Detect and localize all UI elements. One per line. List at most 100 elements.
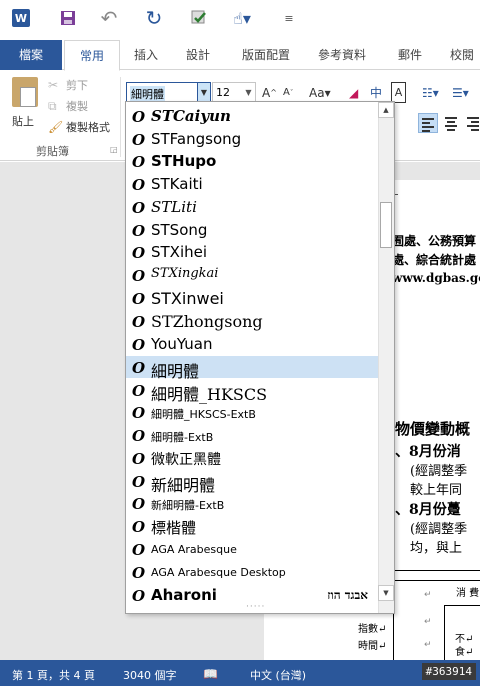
font-name-value[interactable]: 細明體 <box>130 86 165 102</box>
character-border-button[interactable]: A <box>391 82 406 103</box>
font-option[interactable]: O STHupo <box>126 150 378 172</box>
word-count[interactable]: 3040 個字 <box>123 667 177 683</box>
paragraph-mark-icon: ↵ <box>424 590 432 600</box>
redo-icon[interactable]: ↻ <box>143 6 165 30</box>
chevron-down-icon[interactable]: ▼ <box>242 83 255 102</box>
tab-home[interactable]: 常用 <box>64 40 120 71</box>
copy-button[interactable]: ⧉ 複製 <box>48 98 88 114</box>
doc-heading: 物價變動概 <box>395 420 471 438</box>
font-option-label: 標楷體 <box>151 519 197 537</box>
chevron-down-icon[interactable]: ▼ <box>197 83 210 102</box>
table-divider <box>388 570 480 571</box>
clear-formatting-icon[interactable]: ◢ <box>349 82 358 103</box>
doc-text-line: 、8月份躉 <box>395 502 461 518</box>
tab-mailings[interactable]: 郵件 <box>390 40 430 70</box>
font-option[interactable]: O 微軟正黑體 <box>126 447 378 469</box>
opentype-icon: O <box>132 564 146 582</box>
page-count[interactable]: 第 1 頁，共 4 頁 <box>12 667 95 683</box>
font-option[interactable]: O YouYuan <box>126 333 378 355</box>
bullets-icon[interactable]: ☷▾ <box>422 82 439 103</box>
font-option[interactable]: O 新細明體-ExtB <box>126 492 378 514</box>
font-option[interactable]: O STZhongsong <box>126 310 378 332</box>
doc-text-line: 較上年同 <box>410 483 463 498</box>
font-name-combobox[interactable]: 細明體 ▼ <box>126 82 211 103</box>
font-option[interactable]: O STXihei <box>126 241 378 263</box>
change-case-button[interactable]: Aa ▾ <box>309 82 331 103</box>
opentype-icon: O <box>132 587 146 605</box>
opentype-icon: O <box>132 427 146 445</box>
scrollbar-thumb[interactable] <box>380 202 392 248</box>
font-option[interactable]: O STCaiyun <box>126 105 378 127</box>
save-icon[interactable] <box>57 7 79 29</box>
dropdown-scrollbar[interactable]: ▲ ▼ <box>378 102 394 613</box>
font-option[interactable]: O AGA Arabesque Desktop <box>126 561 378 583</box>
numbering-icon[interactable]: ☰▾ <box>452 82 469 103</box>
font-option[interactable]: O STLiti <box>126 196 378 218</box>
opentype-icon: O <box>132 473 146 491</box>
shrink-font-button[interactable]: Aˇ <box>283 82 293 103</box>
align-left-icon[interactable] <box>418 113 438 133</box>
opentype-icon: O <box>132 404 146 422</box>
font-option[interactable]: O 新細明體 <box>126 470 378 495</box>
clipboard-dialog-launcher-icon[interactable]: ◲ <box>110 145 118 154</box>
opentype-icon: O <box>132 131 146 149</box>
font-option-label: STKaiti <box>151 175 203 193</box>
phonetic-guide-button[interactable]: 中 <box>370 82 382 103</box>
scroll-down-icon[interactable]: ▼ <box>378 585 394 601</box>
cut-button[interactable]: ✂ 剪下 <box>48 77 88 93</box>
tab-references[interactable]: 參考資料 <box>312 40 372 70</box>
scroll-up-icon[interactable]: ▲ <box>378 102 394 118</box>
undo-icon[interactable]: ↶ <box>98 6 120 30</box>
font-option[interactable]: O AGA Arabesque <box>126 538 378 560</box>
font-option[interactable]: O STSong <box>126 219 378 241</box>
group-divider <box>120 77 121 157</box>
doc-text-line: 均，與上 <box>410 541 463 556</box>
doc-text-line: (經調整季 <box>410 464 468 479</box>
customize-qat-icon[interactable]: ≡ <box>278 7 300 29</box>
opentype-icon: O <box>132 518 146 536</box>
tab-layout[interactable]: 版面配置 <box>236 40 296 70</box>
font-option[interactable]: O 標楷體 <box>126 515 378 537</box>
font-option[interactable]: O STKaiti <box>126 173 378 195</box>
format-painter-button[interactable]: 🖌 複製格式 <box>48 119 110 135</box>
resize-grip-icon[interactable]: ····· <box>246 602 265 612</box>
word-window: W ↶ ↻ ☝▾ ≡ 檔案 常用 插入 設計 版面配置 參考資料 郵件 校閱 貼… <box>0 0 480 686</box>
paste-button[interactable]: 貼上 <box>8 77 42 137</box>
change-case-label: Aa <box>309 85 325 100</box>
font-option[interactable]: O 細明體-ExtB <box>126 424 378 446</box>
grow-font-button[interactable]: A ^ <box>262 82 277 103</box>
spelling-check-icon[interactable] <box>188 7 210 29</box>
opentype-icon: O <box>132 290 146 308</box>
font-option-selected[interactable]: O 細明體 <box>126 356 378 381</box>
table-row-label: 指數↵ <box>358 624 387 635</box>
font-option[interactable]: O STXingkai <box>126 264 378 286</box>
align-center-icon[interactable] <box>442 113 460 133</box>
tab-review[interactable]: 校閱 <box>444 40 480 70</box>
doc-text-line: (經調整季 <box>410 522 468 537</box>
word-app-icon[interactable]: W <box>12 9 30 27</box>
tab-design[interactable]: 設計 <box>178 40 218 70</box>
opentype-icon: O <box>132 336 146 354</box>
font-option-label: STXihei <box>151 243 208 261</box>
opentype-icon: O <box>132 267 146 285</box>
font-option[interactable]: O 細明體_HKSCS-ExtB <box>126 401 378 423</box>
font-size-combobox[interactable]: 12 ▼ <box>212 82 256 103</box>
status-bar: 第 1 頁，共 4 頁 3040 個字 📖 中文 (台灣) <box>0 660 480 686</box>
touch-mode-icon[interactable]: ☝▾ <box>231 7 253 29</box>
table-header: 消 費 者 <box>456 588 480 599</box>
align-right-icon[interactable] <box>464 113 480 133</box>
tab-file[interactable]: 檔案 <box>0 40 62 70</box>
font-option-label: STZhongsong <box>151 312 263 331</box>
font-dropdown-list[interactable]: O STCaiyun O STFangsong O STHupo O STKaiti O… <box>125 101 395 614</box>
language-indicator[interactable]: 中文 (台灣) <box>250 667 306 683</box>
opentype-icon: O <box>132 382 146 400</box>
table-row-label: 時間↵ <box>358 641 387 652</box>
font-option-label: 微軟正黑體 <box>151 452 221 468</box>
opentype-icon: O <box>132 199 146 217</box>
font-size-value[interactable]: 12 <box>216 86 230 99</box>
font-option[interactable]: O STFangsong <box>126 128 378 150</box>
font-option[interactable]: O STXinwei <box>126 287 378 309</box>
font-option[interactable]: O 細明體_HKSCS <box>126 379 378 404</box>
proofing-icon[interactable]: 📖 <box>203 667 218 681</box>
tab-insert[interactable]: 插入 <box>126 40 166 70</box>
